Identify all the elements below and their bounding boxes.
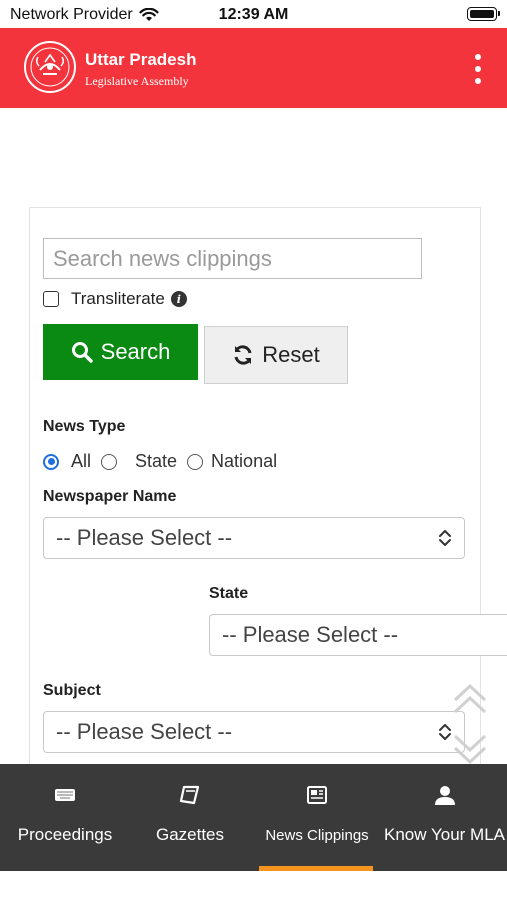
newspaper-select[interactable]: -- Please Select -- — [43, 517, 465, 559]
battery-icon — [467, 7, 500, 21]
status-bar: Network Provider 12:39 AM — [0, 0, 507, 28]
radio-national-label: National — [211, 451, 278, 471]
search-input[interactable] — [43, 238, 422, 279]
reset-button[interactable]: Reset — [204, 326, 348, 384]
bottom-tab-bar: Proceedings Gazettes News Clippings Know… — [0, 764, 507, 871]
transliterate-checkbox[interactable] — [43, 291, 59, 307]
radio-national[interactable] — [187, 453, 204, 470]
select-arrows-icon — [439, 530, 451, 546]
radio-all[interactable] — [43, 453, 59, 470]
assembly-logo — [24, 41, 76, 93]
tab-proceedings-label: Proceedings — [17, 825, 113, 844]
book-icon — [179, 785, 200, 805]
user-icon — [434, 786, 455, 805]
state-label: State — [209, 585, 249, 602]
tab-proceedings[interactable]: Proceedings — [0, 764, 130, 871]
news-type-radio-group: All State National — [43, 451, 287, 472]
keyboard-icon — [55, 789, 75, 801]
radio-state[interactable] — [101, 453, 118, 470]
search-button[interactable]: Search — [43, 324, 198, 380]
app-header: Uttar Pradesh Legislative Assembly — [0, 28, 507, 108]
tab-know-your-mla-label: Know Your MLA — [384, 825, 505, 844]
tab-news-clippings[interactable]: News Clippings — [252, 764, 382, 871]
radio-all-label: All — [71, 451, 92, 471]
more-options-icon[interactable] — [473, 54, 483, 84]
app-subtitle: Legislative Assembly — [85, 74, 189, 88]
refresh-icon — [234, 345, 252, 365]
state-select-value: -- Please Select -- — [222, 622, 399, 647]
subject-select-value: -- Please Select -- — [56, 719, 233, 744]
tab-gazettes-label: Gazettes — [155, 825, 225, 844]
newspaper-select-value: -- Please Select -- — [56, 525, 233, 550]
info-icon[interactable]: i — [170, 291, 187, 307]
search-button-label: Search — [100, 339, 171, 364]
clock: 12:39 AM — [218, 6, 289, 23]
bottom-safe-area — [0, 871, 507, 900]
newspaper-icon — [307, 786, 327, 804]
state-select[interactable]: -- Please Select -- — [209, 614, 507, 656]
radio-state-label: State — [135, 451, 178, 471]
scroll-up-down-icon[interactable] — [451, 682, 489, 766]
transliterate-label: Transliterate — [71, 289, 165, 308]
news-type-label: News Type — [43, 418, 126, 435]
subject-select[interactable]: -- Please Select -- — [43, 711, 465, 753]
reset-button-label: Reset — [262, 342, 320, 367]
subject-label: Subject — [43, 682, 101, 699]
newspaper-name-label: Newspaper Name — [43, 488, 177, 505]
tab-gazettes[interactable]: Gazettes — [130, 764, 250, 871]
app-title: Uttar Pradesh — [85, 50, 197, 69]
transliterate-row: Transliterate i — [43, 289, 187, 309]
tab-know-your-mla[interactable]: Know Your MLA — [382, 764, 507, 871]
search-icon — [71, 342, 93, 363]
select-arrows-icon — [439, 724, 451, 740]
tab-news-clippings-label: News Clippings — [265, 827, 369, 844]
